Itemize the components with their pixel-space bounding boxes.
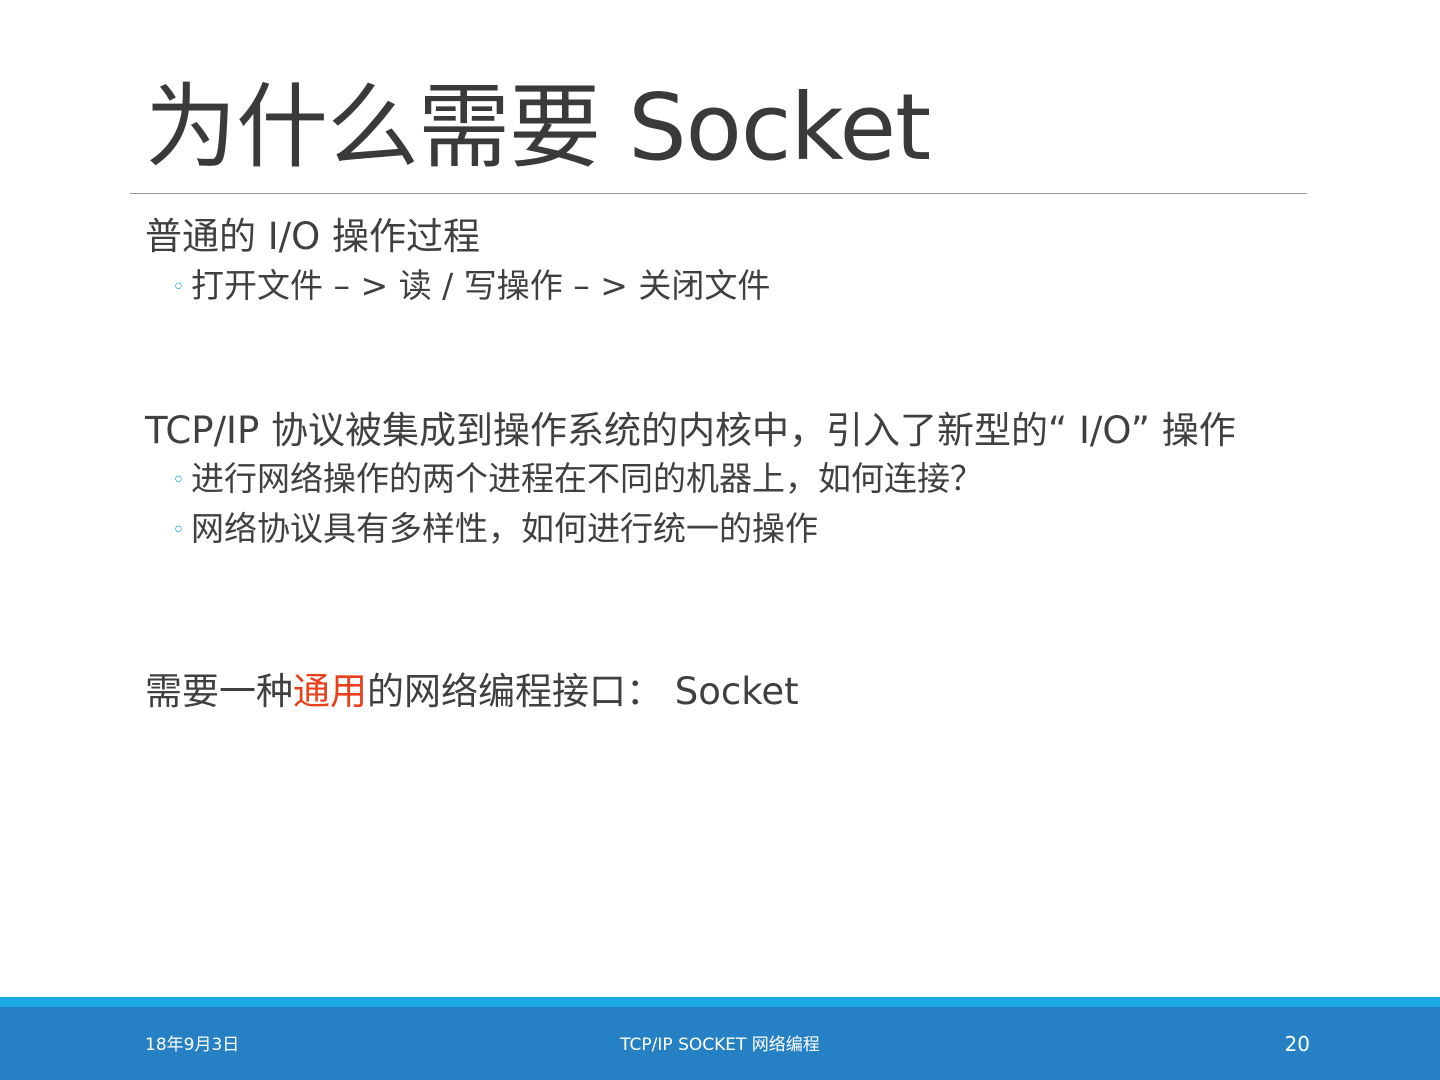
conclusion-highlight: 通用: [293, 670, 367, 713]
conclusion-suffix: 的网络编程接口： Socket: [367, 670, 799, 713]
conclusion-prefix: 需要一种: [145, 670, 293, 713]
bullet-text: 进行网络操作的两个进程在不同的机器上，如何连接？: [191, 459, 983, 498]
bullet-icon: ◦: [172, 275, 185, 300]
bullet-text: 打开文件 – > 读 / 写操作 – > 关闭文件: [191, 266, 771, 305]
heading-normal-io: 普通的 I/O 操作过程: [145, 215, 481, 258]
heading-tcpip-kernel: TCP/IP 协议被集成到操作系统的内核中，引入了新型的“ I/O” 操作: [145, 409, 1236, 452]
footer-stripe: [0, 997, 1440, 1007]
page-number: 20: [1284, 1032, 1310, 1056]
slide: 为什么需要 Socket 普通的 I/O 操作过程 ◦ 打开文件 – > 读 / …: [0, 0, 1440, 1080]
bullet-item: ◦ 进行网络操作的两个进程在不同的机器上，如何连接？: [172, 458, 983, 502]
footer-bar: 18年9月3日 TCP/IP SOCKET 网络编程 20: [0, 1007, 1440, 1080]
bullet-text: 网络协议具有多样性，如何进行统一的操作: [191, 509, 818, 548]
slide-title: 为什么需要 Socket: [145, 74, 931, 181]
conclusion-line: 需要一种通用的网络编程接口： Socket: [145, 669, 799, 715]
footer-title: TCP/IP SOCKET 网络编程: [620, 1035, 820, 1055]
bullet-icon: ◦: [172, 518, 185, 543]
bullet-item: ◦ 打开文件 – > 读 / 写操作 – > 关闭文件: [172, 265, 770, 309]
bullet-item: ◦ 网络协议具有多样性，如何进行统一的操作: [172, 508, 818, 552]
title-divider: [130, 193, 1307, 194]
bullet-icon: ◦: [172, 468, 185, 493]
